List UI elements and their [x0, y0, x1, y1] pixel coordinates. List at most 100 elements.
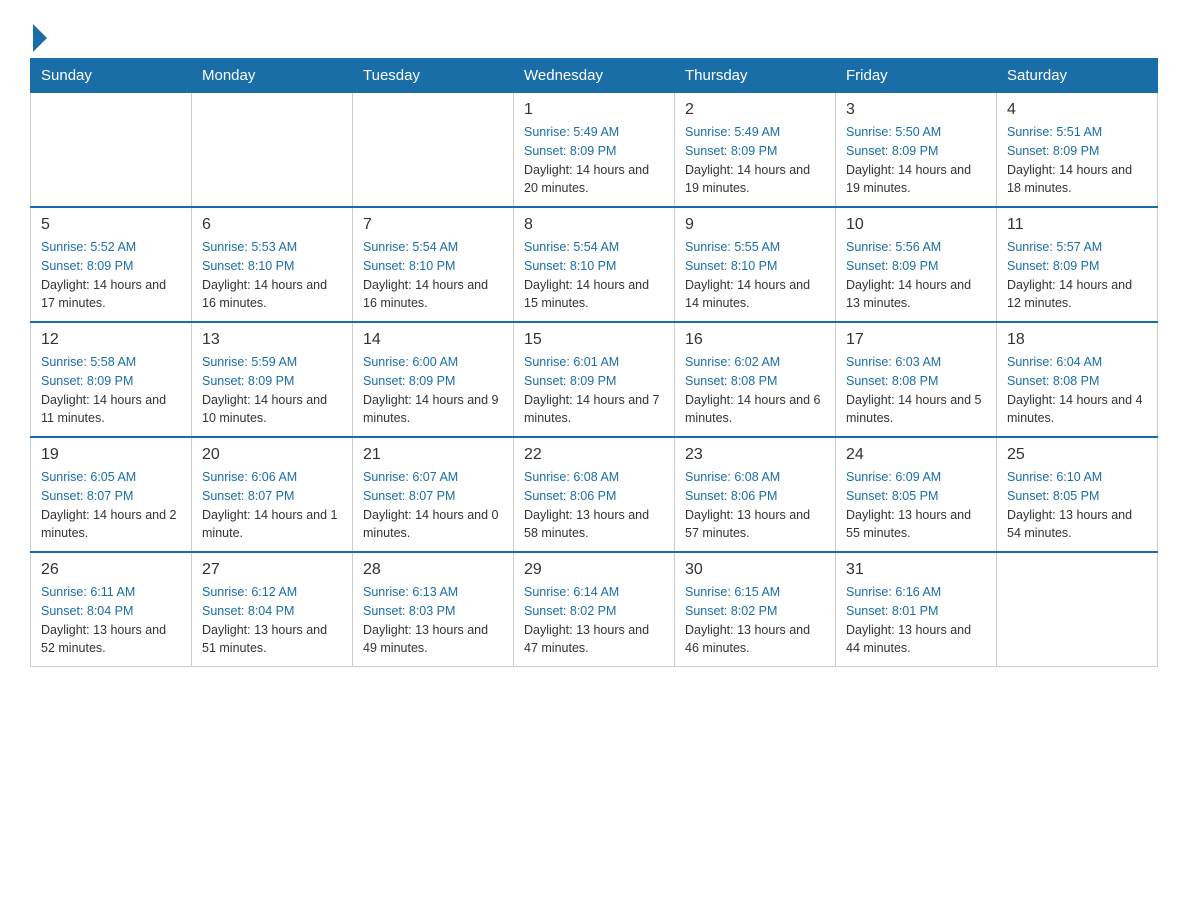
daylight-text: Daylight: 14 hours and 12 minutes.	[1007, 278, 1132, 311]
daylight-text: Daylight: 14 hours and 1 minute.	[202, 508, 338, 541]
day-number: 13	[202, 331, 342, 349]
day-info: Sunrise: 5:50 AMSunset: 8:09 PMDaylight:…	[846, 123, 986, 198]
sunset-text: Sunset: 8:09 PM	[41, 374, 133, 388]
calendar-cell: 8 Sunrise: 5:54 AMSunset: 8:10 PMDaylight…	[514, 207, 675, 322]
daylight-text: Daylight: 14 hours and 9 minutes.	[363, 393, 499, 426]
sunrise-text: Sunrise: 6:09 AM	[846, 470, 941, 484]
daylight-text: Daylight: 14 hours and 11 minutes.	[41, 393, 166, 426]
calendar-cell: 3Sunrise: 5:50 AMSunset: 8:09 PMDaylight…	[836, 93, 997, 208]
sunrise-text: Sunrise: 5:58 AM	[41, 355, 136, 369]
sunset-text: Sunset: 8:09 PM	[1007, 259, 1099, 273]
calendar-cell: 25Sunrise: 6:10 AMSunset: 8:05 PMDayligh…	[997, 437, 1158, 552]
day-info: Sunrise: 5:52 AMSunset: 8:09 PMDaylight:…	[41, 238, 181, 313]
sunset-text: Sunset: 8:09 PM	[1007, 144, 1099, 158]
calendar-table: SundayMondayTuesdayWednesdayThursdayFrid…	[30, 58, 1158, 667]
sunset-text: Sunset: 8:05 PM	[846, 489, 938, 503]
daylight-text: Daylight: 14 hours and 16 minutes.	[363, 278, 488, 311]
column-header-thursday: Thursday	[675, 59, 836, 93]
day-number: 1	[524, 101, 664, 119]
daylight-text: Daylight: 13 hours and 54 minutes.	[1007, 508, 1132, 541]
calendar-week-row: 5Sunrise: 5:52 AMSunset: 8:09 PMDaylight…	[31, 207, 1158, 322]
sunrise-text: Sunrise: 6:10 AM	[1007, 470, 1102, 484]
day-info: Sunrise: 5:55 AMSunset: 8:10 PMDaylight:…	[685, 238, 825, 313]
day-number: 21	[363, 446, 503, 464]
sunset-text: Sunset: 8:09 PM	[363, 374, 455, 388]
day-info: Sunrise: 5:49 AMSunset: 8:09 PMDaylight:…	[524, 123, 664, 198]
day-number: 30	[685, 561, 825, 579]
sunrise-text: Sunrise: 5:52 AM	[41, 240, 136, 254]
day-number: 23	[685, 446, 825, 464]
daylight-text: Daylight: 14 hours and 15 minutes.	[524, 278, 649, 311]
sunset-text: Sunset: 8:08 PM	[685, 374, 777, 388]
day-number: 27	[202, 561, 342, 579]
calendar-cell: 30Sunrise: 6:15 AMSunset: 8:02 PMDayligh…	[675, 552, 836, 667]
day-info: Sunrise: 6:16 AMSunset: 8:01 PMDaylight:…	[846, 583, 986, 658]
day-number: 10	[846, 216, 986, 234]
sunset-text: Sunset: 8:02 PM	[524, 604, 616, 618]
day-number: 2	[685, 101, 825, 119]
sunrise-text: Sunrise: 6:14 AM	[524, 585, 619, 599]
sunrise-text: Sunrise: 5:56 AM	[846, 240, 941, 254]
sunrise-text: Sunrise: 6:01 AM	[524, 355, 619, 369]
column-header-wednesday: Wednesday	[514, 59, 675, 93]
calendar-cell: 28 Sunrise: 6:13 AMSunset: 8:03 PMDayligh…	[353, 552, 514, 667]
calendar-cell: 26Sunrise: 6:11 AMSunset: 8:04 PMDayligh…	[31, 552, 192, 667]
calendar-cell	[192, 93, 353, 208]
day-number: 17	[846, 331, 986, 349]
day-info: Sunrise: 6:14 AMSunset: 8:02 PMDaylight:…	[524, 583, 664, 658]
day-number: 31	[846, 561, 986, 579]
day-info: Sunrise: 5:57 AM Sunset: 8:09 PM Daylight:…	[1007, 238, 1147, 313]
daylight-text: Daylight: 14 hours and 13 minutes.	[846, 278, 971, 311]
sunrise-text: Sunrise: 5:53 AM	[202, 240, 297, 254]
calendar-cell: 23 Sunrise: 6:08 AMSunset: 8:06 PMDayligh…	[675, 437, 836, 552]
day-number: 18	[1007, 331, 1147, 349]
sunset-text: Sunset: 8:08 PM	[846, 374, 938, 388]
daylight-text: Daylight: 14 hours and 20 minutes.	[524, 163, 649, 196]
day-number: 12	[41, 331, 181, 349]
day-number: 20	[202, 446, 342, 464]
calendar-week-row: 12 Sunrise: 5:58 AM Sunset: 8:09 PM Dayligh…	[31, 322, 1158, 437]
day-info: Sunrise: 6:07 AMSunset: 8:07 PMDaylight:…	[363, 468, 503, 543]
sunrise-text: Sunrise: 6:08 AM	[524, 470, 619, 484]
sunset-text: Sunset: 8:02 PM	[685, 604, 777, 618]
sunrise-text: Sunrise: 6:15 AM	[685, 585, 780, 599]
sunrise-text: Sunrise: 6:05 AM	[41, 470, 136, 484]
daylight-text: Daylight: 14 hours and 19 minutes.	[846, 163, 971, 196]
sunrise-text: Sunrise: 5:54 AM	[363, 240, 458, 254]
logo	[30, 20, 47, 48]
calendar-cell: 20 Sunrise: 6:06 AMSunset: 8:07 PMDayligh…	[192, 437, 353, 552]
daylight-text: Daylight: 14 hours and 17 minutes.	[41, 278, 166, 311]
sunrise-text: Sunrise: 5:57 AM	[1007, 240, 1102, 254]
sunrise-text: Sunrise: 6:16 AM	[846, 585, 941, 599]
logo-arrow-icon	[33, 24, 47, 52]
sunset-text: Sunset: 8:09 PM	[202, 374, 294, 388]
day-info: Sunrise: 6:13 AMSunset: 8:03 PMDaylight:…	[363, 583, 503, 658]
calendar-cell: 31Sunrise: 6:16 AMSunset: 8:01 PMDayligh…	[836, 552, 997, 667]
daylight-text: Daylight: 14 hours and 6 minutes.	[685, 393, 821, 426]
sunset-text: Sunset: 8:09 PM	[685, 144, 777, 158]
sunset-text: Sunset: 8:10 PM	[363, 259, 455, 273]
day-number: 25	[1007, 446, 1147, 464]
sunset-text: Sunset: 8:07 PM	[41, 489, 133, 503]
column-header-friday: Friday	[836, 59, 997, 93]
day-info: Sunrise: 6:03 AMSunset: 8:08 PMDaylight:…	[846, 353, 986, 428]
sunrise-text: Sunrise: 6:00 AM	[363, 355, 458, 369]
daylight-text: Daylight: 14 hours and 19 minutes.	[685, 163, 810, 196]
sunset-text: Sunset: 8:07 PM	[363, 489, 455, 503]
sunrise-text: Sunrise: 6:02 AM	[685, 355, 780, 369]
day-info: Sunrise: 6:01 AMSunset: 8:09 PMDaylight:…	[524, 353, 664, 428]
day-info: Sunrise: 6:08 AMSunset: 8:06 PMDaylight:…	[524, 468, 664, 543]
day-number: 28	[363, 561, 503, 579]
day-info: Sunrise: 6:08 AMSunset: 8:06 PMDaylight:…	[685, 468, 825, 543]
sunrise-text: Sunrise: 6:13 AM	[363, 585, 458, 599]
sunset-text: Sunset: 8:01 PM	[846, 604, 938, 618]
day-info: Sunrise: 5:58 AM Sunset: 8:09 PM Daylight:…	[41, 353, 181, 428]
day-info: Sunrise: 5:54 AMSunset: 8:10 PMDaylight:…	[524, 238, 664, 313]
day-info: Sunrise: 6:00 AM Sunset: 8:09 PM Daylight:…	[363, 353, 503, 428]
day-number: 8	[524, 216, 664, 234]
day-info: Sunrise: 6:06 AMSunset: 8:07 PMDaylight:…	[202, 468, 342, 543]
sunrise-text: Sunrise: 5:55 AM	[685, 240, 780, 254]
sunrise-text: Sunrise: 6:11 AM	[41, 585, 135, 599]
day-number: 15	[524, 331, 664, 349]
sunrise-text: Sunrise: 5:49 AM	[685, 125, 780, 139]
